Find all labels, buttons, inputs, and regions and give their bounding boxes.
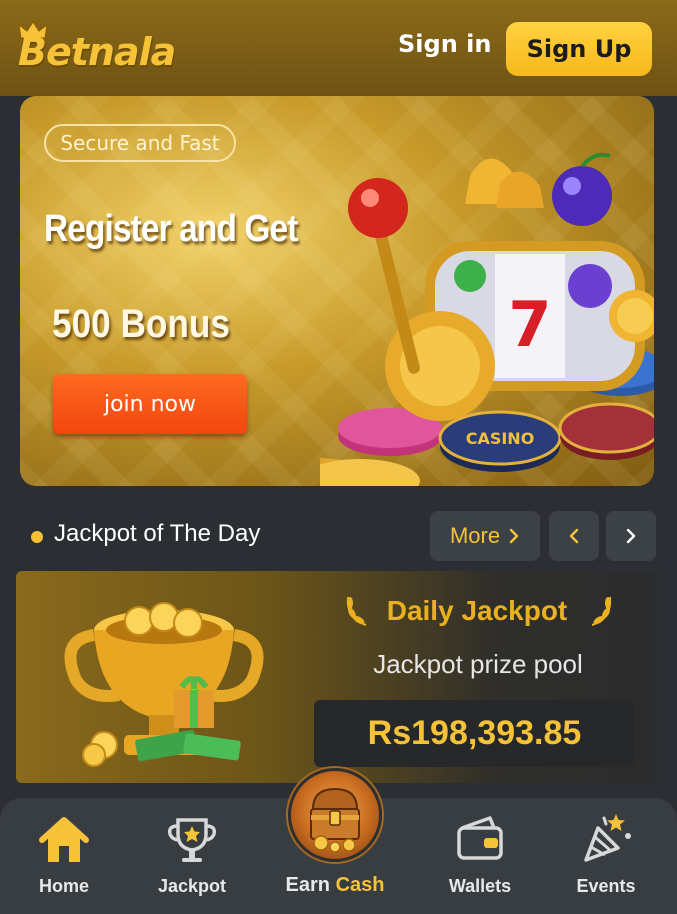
- chevron-right-icon: [626, 528, 636, 544]
- wallet-icon: [457, 816, 503, 860]
- previous-button[interactable]: [549, 511, 599, 561]
- sign-up-button[interactable]: Sign Up: [506, 22, 652, 76]
- laurel-right-icon: [591, 596, 612, 626]
- svg-text:CASINO: CASINO: [466, 429, 535, 448]
- earn-label-part1: Earn: [285, 874, 330, 896]
- nav-item-home[interactable]: Home: [14, 798, 114, 914]
- section-bullet-icon: [31, 531, 43, 543]
- promo-banner[interactable]: Secure and Fast Register and Get 500 Bon…: [20, 96, 654, 486]
- banner-title: Register and Get: [44, 208, 298, 250]
- banner-bonus: 500 Bonus: [52, 302, 231, 346]
- chevron-right-icon: [509, 528, 519, 544]
- secure-badge: Secure and Fast: [44, 124, 236, 162]
- betnala-logo[interactable]: Betnala: [18, 21, 188, 82]
- nav-item-events[interactable]: Events: [556, 798, 656, 914]
- top-header: Betnala Sign in Sign Up: [0, 0, 677, 96]
- join-now-button[interactable]: join now: [53, 374, 247, 434]
- daily-jackpot-title: Daily Jackpot: [386, 595, 568, 626]
- next-button[interactable]: [606, 511, 656, 561]
- prize-pool-label: Jackpot prize pool: [373, 649, 583, 679]
- jackpot-section-header: Jackpot of The Day More: [0, 505, 677, 565]
- svg-text:7: 7: [508, 288, 551, 361]
- more-button[interactable]: More: [430, 511, 540, 561]
- treasure-chest-icon: [310, 787, 360, 853]
- slot-machine-illustration: CASINO 7: [320, 152, 654, 486]
- jackpot-section-title: Jackpot of The Day: [54, 520, 261, 547]
- earn-cash-button[interactable]: [288, 768, 382, 862]
- trophy-icon: [167, 818, 217, 862]
- nav-item-wallets[interactable]: Wallets: [420, 798, 540, 914]
- more-button-label: More: [449, 523, 501, 548]
- nav-label-home: Home: [38, 876, 89, 896]
- jackpot-amount: Rs198,393.85: [314, 700, 635, 767]
- nav-item-jackpot[interactable]: Jackpot: [142, 798, 242, 914]
- sign-in-button[interactable]: Sign in: [398, 30, 491, 58]
- chevron-left-icon: [569, 528, 579, 544]
- earn-label-part2: Cash: [335, 874, 385, 896]
- nav-label-earn-cash: Earn Cash: [262, 874, 408, 897]
- party-popper-icon: [584, 814, 631, 862]
- trophy-illustration: [64, 602, 264, 767]
- home-icon: [39, 817, 89, 862]
- nav-label-wallets: Wallets: [448, 876, 512, 896]
- nav-label-events: Events: [576, 876, 636, 896]
- daily-jackpot-card[interactable]: Daily Jackpot Jackpot prize pool Rs198,3…: [16, 571, 657, 783]
- nav-label-jackpot: Jackpot: [157, 876, 227, 896]
- logo-text: Betnala: [18, 30, 176, 74]
